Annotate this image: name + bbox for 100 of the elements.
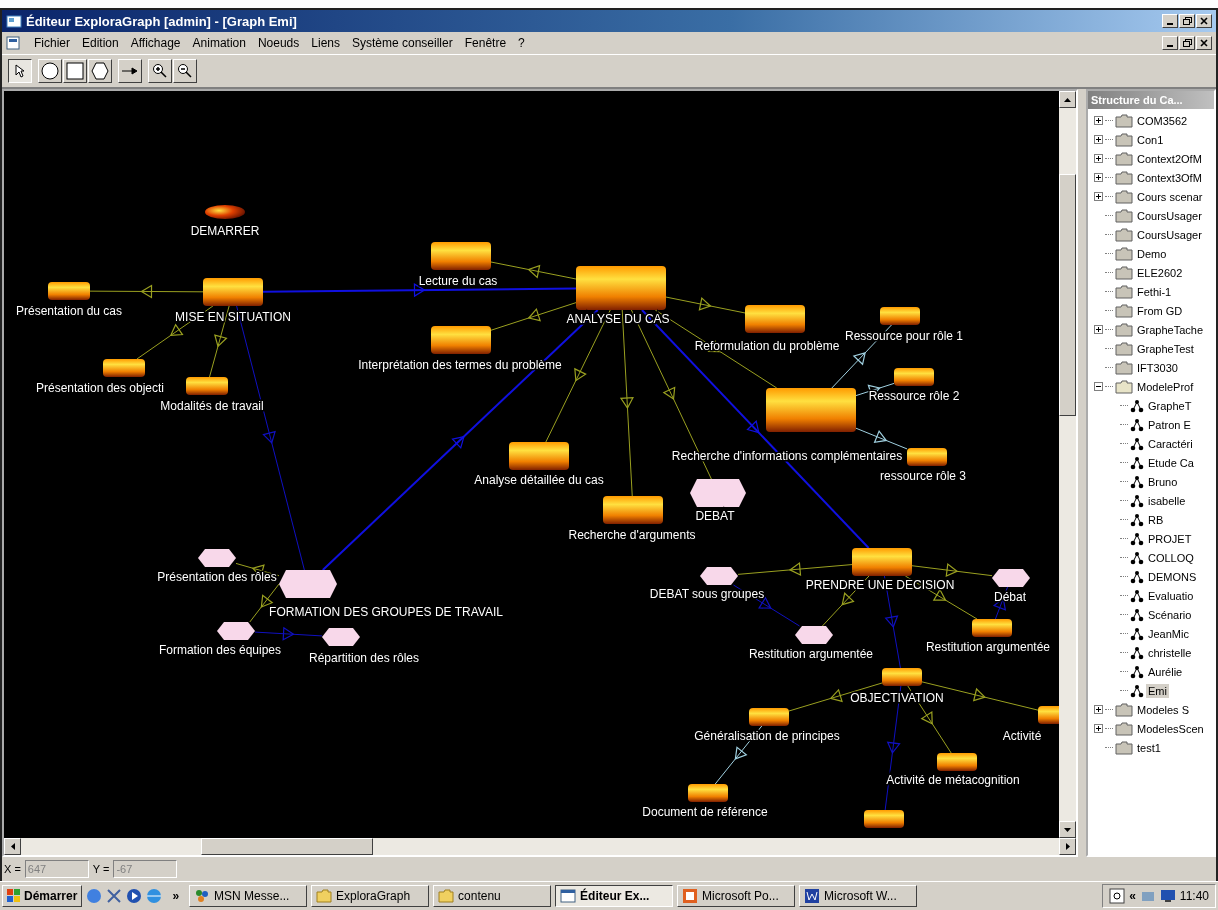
graph-canvas[interactable] (4, 91, 1059, 838)
tree-item[interactable]: RB (1146, 512, 1166, 527)
tree-item[interactable]: COLLOQ (1146, 550, 1196, 565)
expand-toggle[interactable] (1094, 116, 1103, 125)
link-arrow[interactable] (665, 296, 746, 314)
collapse-toggle[interactable] (1094, 382, 1103, 391)
tree-item[interactable]: Context2OfM (1135, 151, 1204, 166)
task-button[interactable]: ExploraGraph (311, 885, 430, 907)
tree-item[interactable]: ModelesScen (1135, 721, 1206, 736)
tree-item[interactable]: GrapheTest (1135, 341, 1196, 356)
cylinder-node[interactable] (603, 496, 663, 524)
cylinder-node[interactable] (745, 305, 805, 333)
tree-item[interactable]: From GD (1135, 303, 1185, 318)
link-arrow[interactable] (737, 561, 853, 577)
vertical-scrollbar[interactable] (1059, 91, 1076, 838)
cylinder-node[interactable] (1038, 706, 1059, 724)
close-button[interactable] (1196, 36, 1212, 50)
scroll-up-button[interactable] (1059, 91, 1076, 108)
hexagon-node[interactable] (700, 567, 738, 585)
tree-item[interactable]: isabelle (1146, 493, 1188, 508)
cylinder-node[interactable] (894, 368, 934, 386)
cylinder-node[interactable] (103, 359, 145, 377)
cylinder-node[interactable] (688, 784, 728, 802)
task-button[interactable]: Éditeur Ex... (555, 885, 674, 907)
tree-item[interactable]: Demo (1135, 246, 1169, 261)
cylinder-node[interactable] (48, 282, 90, 300)
cylinder-node[interactable] (431, 242, 491, 270)
expand-toggle[interactable] (1094, 192, 1103, 201)
task-button[interactable]: Microsoft W... (799, 885, 918, 907)
hexagon-node[interactable] (795, 626, 833, 644)
expand-toggle[interactable] (1094, 173, 1103, 182)
tree-item[interactable]: Bruno (1146, 474, 1180, 489)
disc-node[interactable] (205, 205, 245, 219)
hexagon-node[interactable] (279, 570, 337, 598)
link-arrow[interactable] (911, 563, 993, 577)
tray-expand[interactable]: « (1129, 889, 1136, 903)
tree-item[interactable]: Modeles S (1135, 702, 1191, 717)
scroll-thumb[interactable] (201, 838, 373, 855)
minimize-button[interactable] (1162, 14, 1178, 28)
hexagon-node[interactable] (217, 622, 255, 640)
scroll-down-button[interactable] (1059, 821, 1076, 838)
expand-toggle[interactable] (1094, 724, 1103, 733)
tree-item[interactable]: Cours scenar (1135, 189, 1205, 204)
tree-item[interactable]: Fethi-1 (1135, 284, 1174, 299)
tree-item[interactable]: Context3OfM (1135, 170, 1204, 185)
menu-item[interactable]: Affichage (130, 36, 181, 50)
scroll-thumb[interactable] (1059, 174, 1076, 416)
tree-item[interactable]: COM3562 (1135, 113, 1190, 128)
link-arrow[interactable] (490, 261, 577, 280)
play-icon[interactable] (126, 888, 143, 904)
tree-item[interactable]: test1 (1135, 740, 1163, 755)
expand-toggle[interactable] (1094, 154, 1103, 163)
menu-item[interactable]: Fichier (34, 36, 70, 50)
tree-item[interactable]: JeanMic (1146, 626, 1191, 641)
tree-item[interactable]: Aurélie (1146, 664, 1185, 679)
cylinder-node[interactable] (972, 619, 1012, 637)
cylinder-node[interactable] (766, 388, 856, 432)
tree-item[interactable]: Con1 (1135, 132, 1166, 147)
minimize-button[interactable] (1162, 36, 1178, 50)
hexagon-node[interactable] (992, 569, 1030, 587)
more-button[interactable]: » (166, 889, 186, 903)
link-arrow[interactable] (89, 284, 204, 299)
tree-item[interactable]: Etude Ca (1146, 455, 1196, 470)
tree-item[interactable]: christelle (1146, 645, 1194, 660)
tree-item[interactable]: CoursUsager (1135, 208, 1204, 223)
start-button[interactable]: Démarrer (2, 885, 83, 907)
task-button[interactable]: MSN Messe... (189, 885, 308, 907)
tree-item[interactable]: ModeleProf (1135, 379, 1196, 394)
cylinder-node[interactable] (852, 548, 912, 576)
task-button[interactable]: contenu (433, 885, 552, 907)
tree-item[interactable]: IFT3030 (1135, 360, 1180, 375)
close-button[interactable] (1196, 14, 1212, 28)
menu-item[interactable]: ? (518, 36, 525, 50)
cylinder-node[interactable] (864, 810, 904, 828)
menu-item[interactable]: Fenêtre (464, 36, 507, 50)
tree-item[interactable]: ELE2602 (1135, 265, 1185, 280)
cylinder-node[interactable] (880, 307, 920, 325)
tree-item[interactable]: Caractéri (1146, 436, 1195, 451)
cylinder-node[interactable] (203, 278, 263, 306)
expand-toggle[interactable] (1094, 135, 1103, 144)
hexagon-node[interactable] (690, 479, 746, 507)
scroll-right-button[interactable] (1059, 838, 1076, 855)
cylinder-node[interactable] (749, 708, 789, 726)
tree-item[interactable]: CoursUsager (1135, 227, 1204, 242)
cylinder-node[interactable] (937, 753, 977, 771)
cylinder-node[interactable] (882, 668, 922, 686)
hexagon-node[interactable] (198, 549, 236, 567)
restore-button[interactable] (1179, 14, 1195, 28)
scroll-left-button[interactable] (4, 838, 21, 855)
link-arrow[interactable] (209, 305, 230, 378)
task-button[interactable]: Microsoft Po... (677, 885, 796, 907)
expand-toggle[interactable] (1094, 705, 1103, 714)
tree-item[interactable]: DEMONS (1146, 569, 1199, 584)
menu-item[interactable]: Animation (192, 36, 246, 50)
tree-item[interactable]: GrapheT (1146, 398, 1194, 413)
menu-item[interactable]: Noeuds (257, 36, 300, 50)
tool-button[interactable] (8, 59, 32, 83)
cylinder-node[interactable] (431, 326, 491, 354)
horizontal-scrollbar[interactable] (4, 838, 1076, 855)
cylinder-node[interactable] (186, 377, 228, 395)
